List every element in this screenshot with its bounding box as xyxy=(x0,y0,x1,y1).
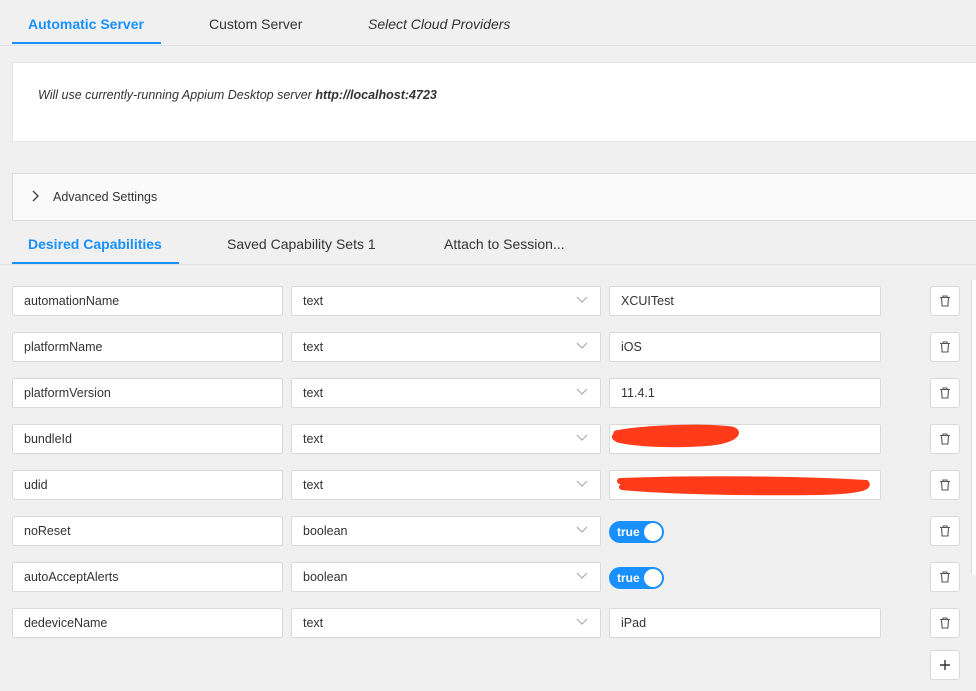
plus-icon xyxy=(940,660,950,670)
capability-type-value: text xyxy=(303,340,324,354)
capability-row: platformName text iOS xyxy=(0,332,976,362)
capability-name-field[interactable]: dedeviceName xyxy=(12,608,283,638)
server-tabs: Automatic Server Custom Server Select Cl… xyxy=(0,0,976,46)
chevron-down-icon xyxy=(576,388,588,395)
capability-type-select[interactable]: text xyxy=(291,378,601,408)
active-tab-indicator xyxy=(12,262,179,264)
toggle-knob xyxy=(644,569,662,587)
capability-row: noReset boolean true xyxy=(0,516,976,546)
redaction-scribble xyxy=(617,476,870,496)
delete-capability-button[interactable] xyxy=(930,562,960,592)
delete-capability-button[interactable] xyxy=(930,332,960,362)
add-capability-button[interactable] xyxy=(930,650,960,680)
trash-icon xyxy=(940,433,950,445)
advanced-settings-panel[interactable]: Advanced Settings xyxy=(12,173,976,221)
json-panel-edge xyxy=(971,280,976,575)
trash-icon xyxy=(940,525,950,537)
server-info-text: Will use currently-running Appium Deskto… xyxy=(38,88,437,102)
capability-row: bundleId text xyxy=(0,424,976,454)
redaction-scribble xyxy=(611,424,739,448)
tab-custom-server[interactable]: Custom Server xyxy=(209,0,302,45)
capability-type-select[interactable]: text xyxy=(291,608,601,638)
capability-type-select[interactable]: text xyxy=(291,286,601,316)
capability-value-field[interactable]: iPad xyxy=(609,608,881,638)
capability-type-value: text xyxy=(303,294,324,308)
capability-name-field[interactable]: noReset xyxy=(12,516,283,546)
capability-row: udid text xyxy=(0,470,976,500)
delete-capability-button[interactable] xyxy=(930,424,960,454)
server-info-prefix: Will use currently-running Appium Deskto… xyxy=(38,88,316,102)
capability-value-field[interactable]: 11.4.1 xyxy=(609,378,881,408)
capability-type-value: text xyxy=(303,386,324,400)
capability-row: platformVersion text 11.4.1 xyxy=(0,378,976,408)
tab-attach-to-session[interactable]: Attach to Session... xyxy=(444,220,565,265)
delete-capability-button[interactable] xyxy=(930,378,960,408)
trash-icon xyxy=(940,341,950,353)
capability-row: dedeviceName text iPad xyxy=(0,608,976,638)
capability-row: automationName text XCUITest xyxy=(0,286,976,316)
toggle-label: true xyxy=(617,525,640,539)
chevron-down-icon xyxy=(576,526,588,533)
toggle-knob xyxy=(644,523,662,541)
trash-icon xyxy=(940,617,950,629)
capability-type-select[interactable]: text xyxy=(291,332,601,362)
tab-select-cloud-providers[interactable]: Select Cloud Providers xyxy=(368,0,510,45)
trash-icon xyxy=(940,571,950,583)
capability-type-value: boolean xyxy=(303,570,348,584)
capability-name-field[interactable]: platformName xyxy=(12,332,283,362)
capability-row: autoAcceptAlerts boolean true xyxy=(0,562,976,592)
chevron-down-icon xyxy=(576,342,588,349)
chevron-right-icon xyxy=(32,190,39,202)
capability-value-field[interactable]: iOS xyxy=(609,332,881,362)
capability-name-field[interactable]: automationName xyxy=(12,286,283,316)
capability-name-field[interactable]: autoAcceptAlerts xyxy=(12,562,283,592)
tab-saved-capability-sets[interactable]: Saved Capability Sets 1 xyxy=(227,220,376,265)
capability-name-field[interactable]: platformVersion xyxy=(12,378,283,408)
capability-type-select[interactable]: boolean xyxy=(291,516,601,546)
advanced-settings-label: Advanced Settings xyxy=(53,190,158,204)
capability-boolean-toggle[interactable]: true xyxy=(609,521,664,543)
server-info-card: Will use currently-running Appium Deskto… xyxy=(12,62,976,142)
delete-capability-button[interactable] xyxy=(930,516,960,546)
chevron-down-icon xyxy=(576,618,588,625)
trash-icon xyxy=(940,295,950,307)
delete-capability-button[interactable] xyxy=(930,470,960,500)
tab-automatic-server[interactable]: Automatic Server xyxy=(28,0,144,45)
trash-icon xyxy=(940,479,950,491)
chevron-down-icon xyxy=(576,296,588,303)
capability-tabs: Desired Capabilities Saved Capability Se… xyxy=(0,220,976,265)
tab-desired-capabilities[interactable]: Desired Capabilities xyxy=(28,220,162,265)
delete-capability-button[interactable] xyxy=(930,286,960,316)
chevron-down-icon xyxy=(576,572,588,579)
delete-capability-button[interactable] xyxy=(930,608,960,638)
trash-icon xyxy=(940,387,950,399)
capability-boolean-toggle[interactable]: true xyxy=(609,567,664,589)
capability-type-select[interactable]: boolean xyxy=(291,562,601,592)
server-url: http://localhost:4723 xyxy=(315,88,437,102)
toggle-label: true xyxy=(617,571,640,585)
capability-type-value: boolean xyxy=(303,524,348,538)
active-tab-indicator xyxy=(12,42,161,44)
capability-type-value: text xyxy=(303,616,324,630)
capability-value-field[interactable]: XCUITest xyxy=(609,286,881,316)
